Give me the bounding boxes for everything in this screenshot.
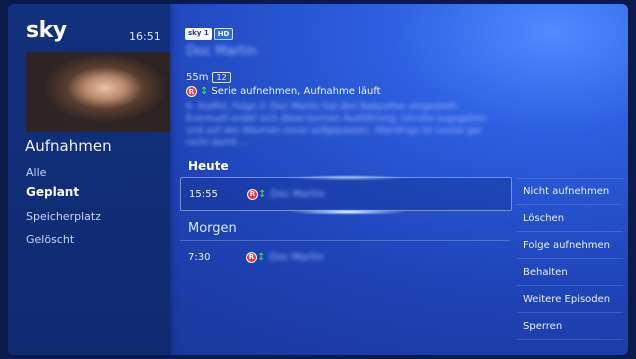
section-morgen: Morgen: [188, 221, 237, 236]
sidebar: sky 16:51 Aufnahmen Alle Geplant Speiche…: [8, 4, 170, 355]
series-arrows-icon: ↕: [258, 188, 267, 200]
record-icon: R: [247, 188, 258, 200]
series-arrows-icon: ↕: [200, 86, 209, 97]
action-folge-aufnehmen[interactable]: Folge aufnehmen: [517, 232, 623, 259]
action-weitere-episoden[interactable]: Weitere Episoden: [517, 286, 623, 313]
recording-status: R ↕ Serie aufnehmen, Aufnahme läuft: [186, 86, 381, 97]
duration: 55m: [186, 72, 209, 83]
screen: sky 16:51 Aufnahmen Alle Geplant Speiche…: [8, 4, 628, 355]
program-description: 6. Staffel, Folge 2: Doc Martin hat den …: [186, 102, 487, 148]
sidebar-item-speicherplatz[interactable]: Speicherplatz: [26, 210, 101, 223]
program-title: Doc Martin: [186, 44, 257, 59]
channel-logo: sky 1: [185, 28, 212, 40]
schedule-row-tomorrow[interactable]: 7:30 R ↕ Doc Martin: [180, 240, 510, 273]
action-loeschen[interactable]: Löschen: [517, 205, 623, 232]
row-title: Doc Martin: [270, 188, 325, 200]
status-text: Serie aufnehmen, Aufnahme läuft: [211, 86, 381, 97]
focus-glow-bottom: [288, 209, 408, 215]
channel-badge: sky 1 HD: [185, 28, 234, 40]
record-icon: R: [186, 86, 197, 97]
row-time: 15:55: [189, 188, 218, 200]
section-heute: Heute: [188, 159, 229, 173]
record-icon: R: [246, 251, 257, 263]
sidebar-item-alle[interactable]: Alle: [26, 166, 46, 179]
sidebar-item-geplant[interactable]: Geplant: [26, 185, 79, 199]
schedule-row-today[interactable]: 15:55 R ↕ Doc Martin: [180, 177, 512, 211]
action-behalten[interactable]: Behalten: [517, 259, 623, 286]
sidebar-title: Aufnahmen: [25, 137, 112, 155]
row-time: 7:30: [188, 251, 211, 263]
action-nicht-aufnehmen[interactable]: Nicht aufnehmen: [517, 178, 623, 205]
hd-badge: HD: [213, 28, 234, 40]
action-sperren[interactable]: Sperren: [517, 313, 623, 340]
action-menu: Nicht aufnehmen Löschen Folge aufnehmen …: [517, 178, 623, 340]
sky-logo: sky: [26, 18, 67, 43]
program-meta: 55m 12: [186, 72, 231, 83]
clock: 16:51: [129, 30, 161, 43]
program-thumbnail: [26, 52, 170, 132]
age-rating-badge: 12: [212, 72, 231, 83]
row-title: Doc Martin: [269, 251, 324, 263]
sidebar-item-geloescht[interactable]: Gelöscht: [26, 233, 74, 246]
series-arrows-icon: ↕: [257, 251, 266, 263]
